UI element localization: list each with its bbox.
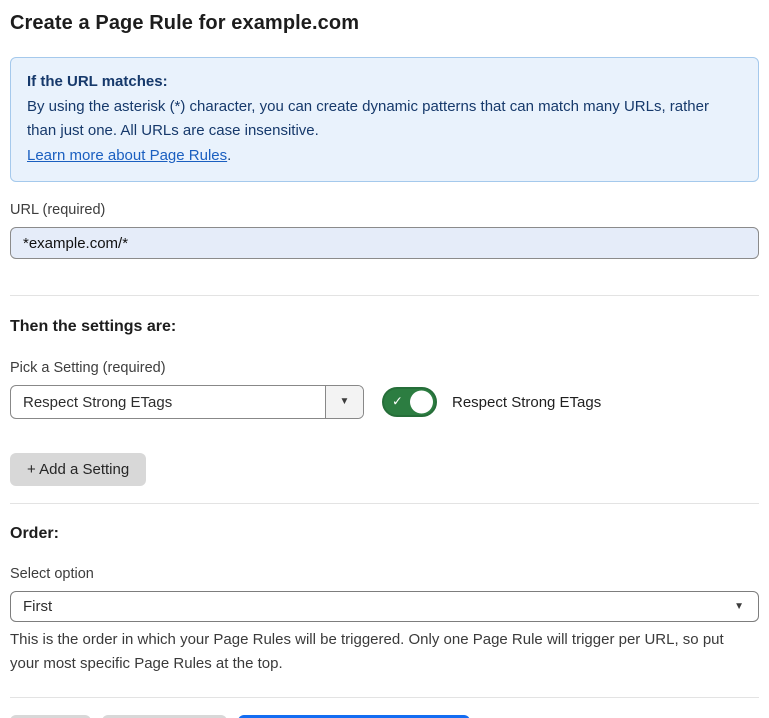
- setting-dropdown-arrow-button[interactable]: ▼: [325, 386, 363, 418]
- footer-divider: [10, 697, 759, 698]
- order-description: This is the order in which your Page Rul…: [10, 628, 755, 676]
- order-select[interactable]: First ▼: [10, 591, 759, 622]
- learn-more-link[interactable]: Learn more about Page Rules: [27, 147, 227, 164]
- info-box-link-line: Learn more about Page Rules.: [27, 144, 742, 169]
- etags-toggle[interactable]: ✓: [382, 387, 437, 417]
- order-select-label: Select option: [10, 566, 759, 582]
- create-page-rule-form: Create a Page Rule for example.com If th…: [0, 0, 769, 718]
- etags-toggle-group: ✓ Respect Strong ETags: [382, 387, 601, 417]
- section-divider: [10, 503, 759, 504]
- chevron-down-icon: ▼: [340, 397, 350, 407]
- add-setting-button[interactable]: + Add a Setting: [10, 453, 146, 486]
- url-input[interactable]: [10, 227, 759, 259]
- setting-dropdown-value: Respect Strong ETags: [11, 386, 325, 418]
- url-field-label: URL (required): [10, 202, 759, 218]
- chevron-down-icon: ▼: [734, 602, 744, 612]
- order-section-heading: Order:: [10, 525, 759, 543]
- settings-section-heading: Then the settings are:: [10, 318, 759, 336]
- check-icon: ✓: [392, 394, 403, 410]
- etags-toggle-label: Respect Strong ETags: [452, 394, 601, 411]
- order-select-value: First: [23, 598, 52, 615]
- setting-dropdown[interactable]: Respect Strong ETags ▼: [10, 385, 364, 419]
- info-box-heading: If the URL matches:: [27, 70, 742, 95]
- link-period: .: [227, 147, 231, 164]
- section-divider: [10, 295, 759, 296]
- toggle-knob: [410, 391, 433, 414]
- page-title: Create a Page Rule for example.com: [10, 12, 759, 35]
- setting-row: Respect Strong ETags ▼ ✓ Respect Strong …: [10, 385, 759, 419]
- info-box-body: By using the asterisk (*) character, you…: [27, 95, 742, 144]
- url-matches-info-box: If the URL matches: By using the asteris…: [10, 57, 759, 182]
- pick-setting-label: Pick a Setting (required): [10, 360, 759, 376]
